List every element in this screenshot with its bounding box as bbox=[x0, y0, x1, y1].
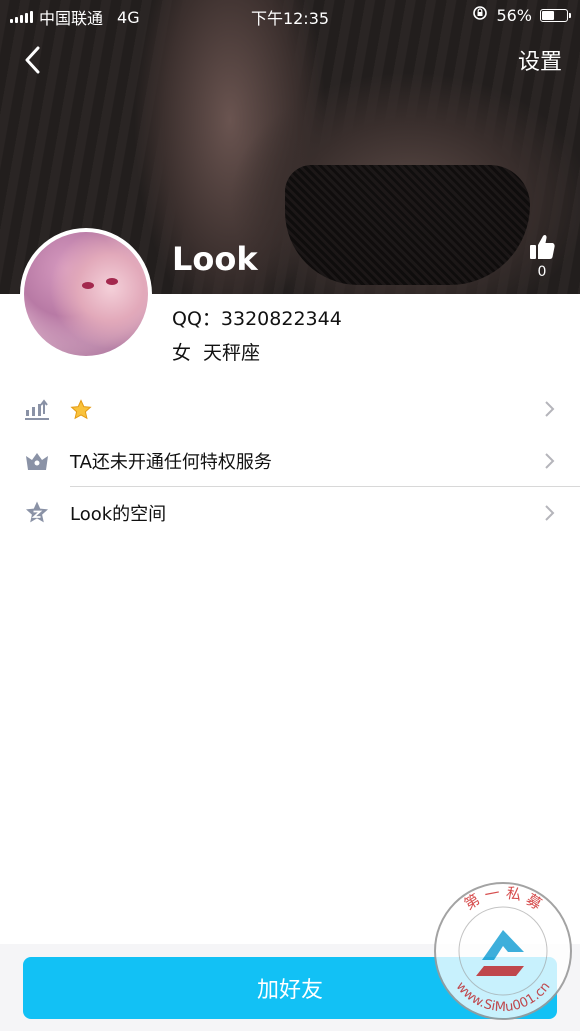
back-button[interactable] bbox=[14, 40, 50, 80]
avatar-image bbox=[24, 232, 148, 356]
like-button[interactable]: 0 bbox=[524, 232, 560, 280]
carrier-name: 中国联通 bbox=[39, 9, 104, 28]
avatar[interactable] bbox=[20, 228, 152, 360]
network-type: 4G bbox=[117, 7, 140, 27]
profile-name: Look bbox=[172, 240, 258, 278]
chevron-right-icon bbox=[545, 401, 555, 417]
star-icon bbox=[70, 399, 92, 420]
bottom-action-bar: 加好友 bbox=[0, 944, 580, 1031]
add-friend-button[interactable]: 加好友 bbox=[23, 957, 557, 1019]
status-time: 下午12:35 bbox=[250, 9, 330, 28]
list-item-label: TA还未开通任何特权服务 bbox=[70, 452, 272, 473]
like-count: 0 bbox=[537, 264, 547, 280]
chevron-left-icon bbox=[25, 46, 40, 74]
chevron-right-icon bbox=[545, 505, 555, 521]
qq-number: QQ：3320822344 bbox=[172, 308, 342, 330]
zodiac: 天秤座 bbox=[203, 342, 261, 364]
level-up-icon bbox=[25, 399, 49, 420]
star-z-icon bbox=[26, 501, 48, 523]
cover-photo-detail bbox=[285, 165, 530, 285]
gender-zodiac-line: 女天秤座 bbox=[172, 338, 260, 365]
list-item-level[interactable] bbox=[0, 383, 580, 435]
rotation-lock-icon bbox=[472, 5, 488, 25]
list-item-label: Look的空间 bbox=[70, 504, 167, 525]
battery-icon bbox=[540, 8, 571, 22]
status-bar: 中国联通 4G 下午12:35 56% bbox=[0, 0, 580, 30]
settings-button[interactable]: 设置 bbox=[518, 44, 562, 76]
list-item-privileges[interactable]: TA还未开通任何特权服务 bbox=[0, 435, 580, 487]
battery-percent: 56% bbox=[496, 5, 532, 25]
list-item-space[interactable]: Look的空间 bbox=[0, 487, 580, 539]
svg-text:第 一 私 募: 第 一 私 募 bbox=[461, 884, 545, 914]
chevron-right-icon bbox=[545, 453, 555, 469]
thumbs-up-icon bbox=[530, 234, 555, 259]
signal-strength-icon bbox=[10, 11, 33, 23]
crown-icon bbox=[26, 453, 48, 470]
gender: 女 bbox=[172, 342, 192, 364]
